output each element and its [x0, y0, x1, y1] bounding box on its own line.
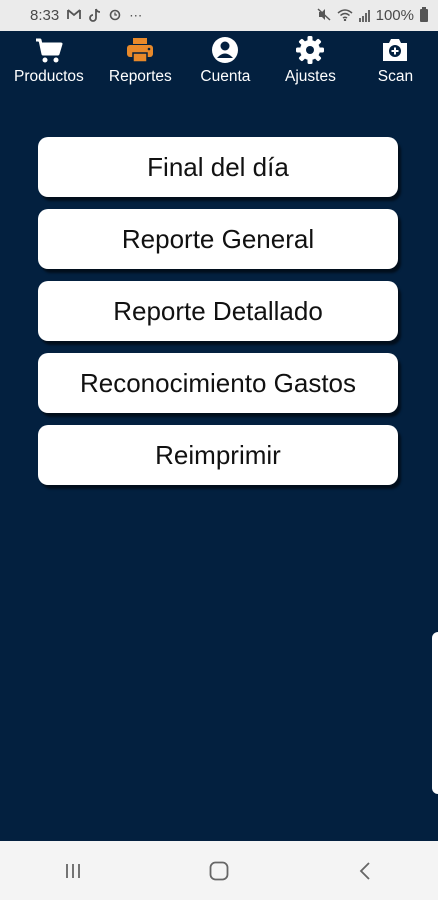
report-menu: Final del día Reporte General Reporte De… [38, 137, 398, 497]
reporte-detallado-button[interactable]: Reporte Detallado [38, 281, 398, 341]
recents-icon[interactable] [53, 851, 93, 891]
nav-item-scan[interactable]: Scan [353, 31, 438, 91]
back-icon[interactable] [345, 851, 385, 891]
tiktok-icon [89, 8, 101, 24]
reporte-general-button[interactable]: Reporte General [38, 209, 398, 269]
account-icon [210, 35, 240, 65]
cart-icon [34, 35, 64, 65]
reconocimiento-gastos-button[interactable]: Reconocimiento Gastos [38, 353, 398, 413]
camera-icon [380, 35, 410, 65]
nav-label-cuenta: Cuenta [200, 68, 251, 85]
nav-label-productos: Productos [14, 68, 84, 85]
wifi-icon [337, 8, 353, 23]
nav-label-ajustes: Ajustes [285, 68, 336, 85]
nav-item-ajustes[interactable]: Ajustes [268, 31, 353, 91]
clock-icon [109, 9, 121, 23]
printer-icon [125, 35, 155, 65]
home-icon[interactable] [199, 851, 239, 891]
signal-icon [358, 9, 370, 22]
nav-item-cuenta[interactable]: Cuenta [183, 31, 268, 91]
gmail-icon [67, 9, 82, 22]
nav-label-scan: Scan [377, 68, 414, 85]
edge-panel-handle[interactable] [432, 632, 438, 794]
battery-icon [420, 7, 428, 22]
status-time: 8:33 [30, 7, 60, 24]
status-left: 8:33 ⋯ [30, 7, 142, 24]
more-icon: ⋯ [129, 8, 143, 23]
gear-icon [295, 35, 325, 65]
status-bar: 8:33 ⋯ 100% [0, 0, 438, 31]
nav-item-reportes[interactable]: Reportes [98, 31, 183, 91]
nav-item-productos[interactable]: Productos [0, 31, 98, 91]
top-nav: Productos Reportes Cuenta Ajustes Scan [0, 31, 438, 91]
final-del-dia-button[interactable]: Final del día [38, 137, 398, 197]
battery-text: 100% [375, 7, 414, 24]
nav-label-reportes: Reportes [108, 68, 172, 85]
android-nav-bar [0, 841, 438, 900]
mute-icon [317, 8, 331, 23]
status-right: 100% [317, 7, 428, 24]
reimprimir-button[interactable]: Reimprimir [38, 425, 398, 485]
